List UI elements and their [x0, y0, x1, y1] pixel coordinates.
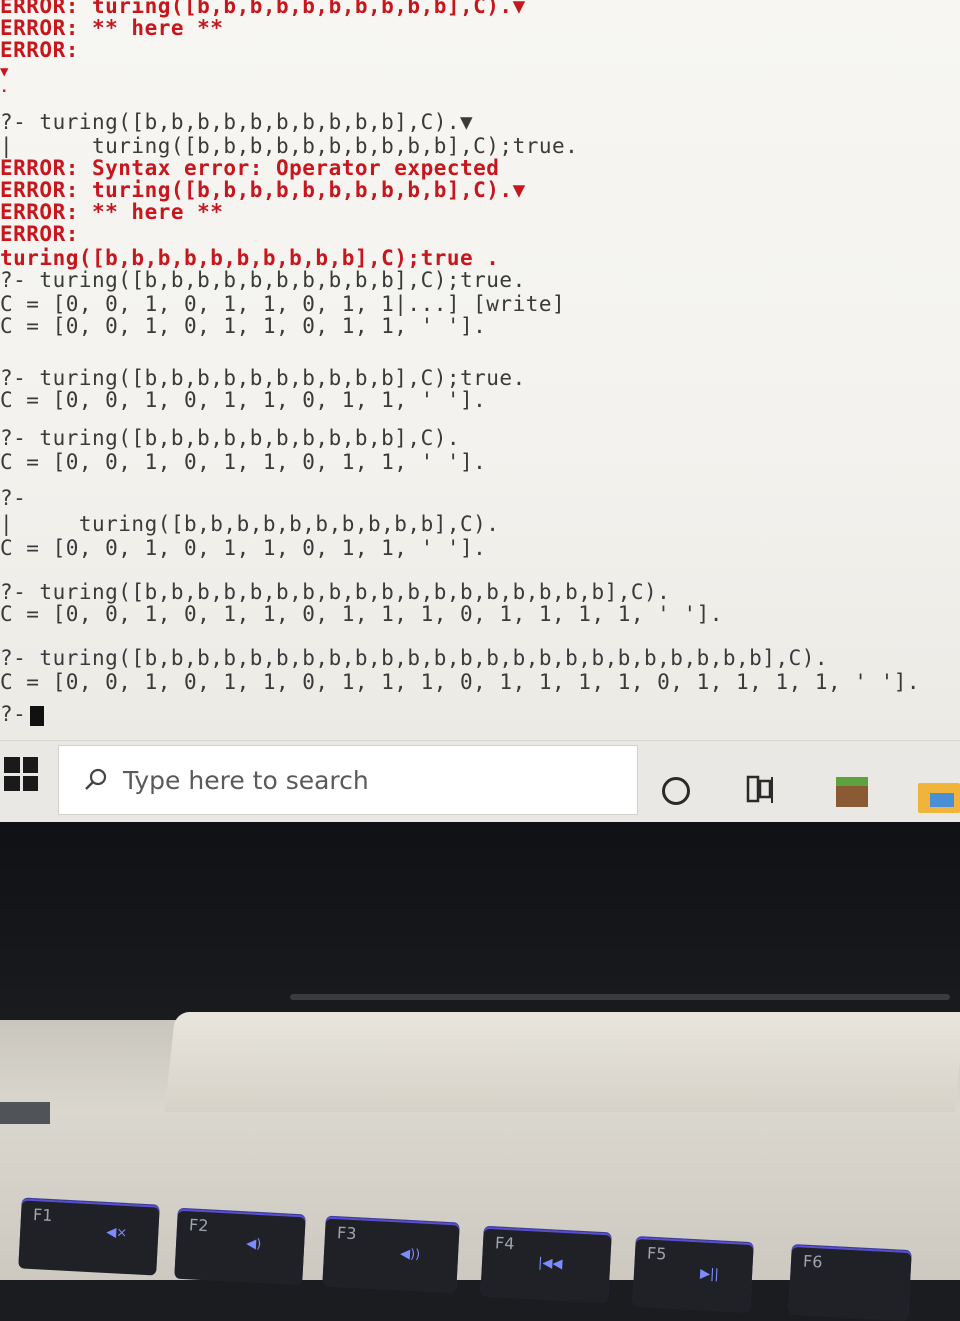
- console-line: ?-: [0, 486, 27, 510]
- cortana-icon[interactable]: [662, 777, 690, 805]
- console-line: ERROR: turing([b,b,b,b,b,b,b,b,b,b],C).▼: [0, 178, 526, 202]
- laptop-hinge: [164, 1012, 960, 1112]
- console-line: ?- turing([b,b,b,b,b,b,b,b,b,b],C).: [0, 426, 461, 450]
- task-view-icon[interactable]: [746, 775, 774, 805]
- text-cursor: [30, 706, 44, 726]
- volume-down-icon: ◀): [245, 1236, 262, 1253]
- minecraft-icon[interactable]: [836, 777, 868, 807]
- console-line: C = [0, 0, 1, 0, 1, 1, 0, 1, 1, ' '].: [0, 536, 487, 560]
- console-line: ERROR: ** here **: [0, 200, 224, 224]
- console-line: C = [0, 0, 1, 0, 1, 1, 0, 1, 1, ' '].: [0, 450, 487, 474]
- key-f2[interactable]: F2 ◀): [174, 1208, 306, 1286]
- key-f1[interactable]: F1 ◀×: [18, 1198, 160, 1276]
- key-f3[interactable]: F3 ◀)): [322, 1216, 460, 1294]
- function-key-row: F1 ◀× F2 ◀) F3 ◀)) F4 |◀◀ F5 ▶|| F6: [0, 1190, 960, 1321]
- console-line: | turing([b,b,b,b,b,b,b,b,b,b],C);true.: [0, 134, 579, 158]
- key-label: F2: [188, 1215, 209, 1236]
- console-line: C = [0, 0, 1, 0, 1, 1, 0, 1, 1|...] [wri…: [0, 292, 566, 316]
- windows-start-icon[interactable]: [4, 757, 38, 791]
- console-line: ERROR:: [0, 38, 79, 62]
- previous-track-icon: |◀◀: [537, 1255, 563, 1272]
- console-line: C = [0, 0, 1, 0, 1, 1, 0, 1, 1, ' '].: [0, 388, 487, 412]
- console-line: ERROR: Syntax error: Operator expected: [0, 156, 500, 180]
- key-label: F6: [802, 1251, 823, 1272]
- key-label: F5: [646, 1243, 667, 1264]
- search-icon: [85, 768, 107, 790]
- key-label: F1: [32, 1205, 53, 1226]
- key-label: F3: [336, 1223, 357, 1244]
- console-line: C = [0, 0, 1, 0, 1, 1, 0, 1, 1, ' '].: [0, 314, 487, 338]
- search-placeholder[interactable]: Type here to search: [123, 766, 369, 795]
- console-line: turing([b,b,b,b,b,b,b,b,b,b],C);true .: [0, 246, 500, 270]
- console-line: ?- turing([b,b,b,b,b,b,b,b,b,b,b,b,b,b,b…: [0, 646, 829, 670]
- mute-icon: ◀×: [105, 1224, 128, 1241]
- volume-up-icon: ◀)): [399, 1246, 421, 1263]
- console-window: ERROR: turing([b,b,b,b,b,b,b,b,b,b],C).▼…: [0, 0, 960, 740]
- taskbar: Type here to search: [0, 740, 960, 823]
- search-box[interactable]: Type here to search: [58, 745, 638, 815]
- console-line: ERROR: ** here **: [0, 16, 224, 40]
- key-f6[interactable]: F6: [788, 1244, 912, 1321]
- laptop-hinge-line: [290, 994, 950, 1000]
- laptop-badge: [0, 1102, 50, 1124]
- console-line: ?- turing([b,b,b,b,b,b,b,b,b,b],C);true.: [0, 366, 526, 390]
- console-line: .: [0, 80, 9, 96]
- key-label: F4: [494, 1233, 515, 1254]
- file-explorer-icon[interactable]: [918, 783, 960, 813]
- console-line: ERROR:: [0, 222, 79, 246]
- key-f4[interactable]: F4 |◀◀: [480, 1226, 612, 1304]
- console-line: C = [0, 0, 1, 0, 1, 1, 0, 1, 1, 1, 0, 1,…: [0, 670, 921, 694]
- console-line: ?- turing([b,b,b,b,b,b,b,b,b,b,b,b,b,b,b…: [0, 580, 671, 604]
- console-line: ?- turing([b,b,b,b,b,b,b,b,b,b],C);true.: [0, 268, 526, 292]
- console-line: C = [0, 0, 1, 0, 1, 1, 0, 1, 1, 1, 0, 1,…: [0, 602, 723, 626]
- key-f5[interactable]: F5 ▶||: [632, 1236, 754, 1314]
- laptop-bezel: [0, 822, 960, 1022]
- console-line: | turing([b,b,b,b,b,b,b,b,b,b],C).: [0, 512, 500, 536]
- console-line: ?- turing([b,b,b,b,b,b,b,b,b,b],C).▼: [0, 110, 474, 134]
